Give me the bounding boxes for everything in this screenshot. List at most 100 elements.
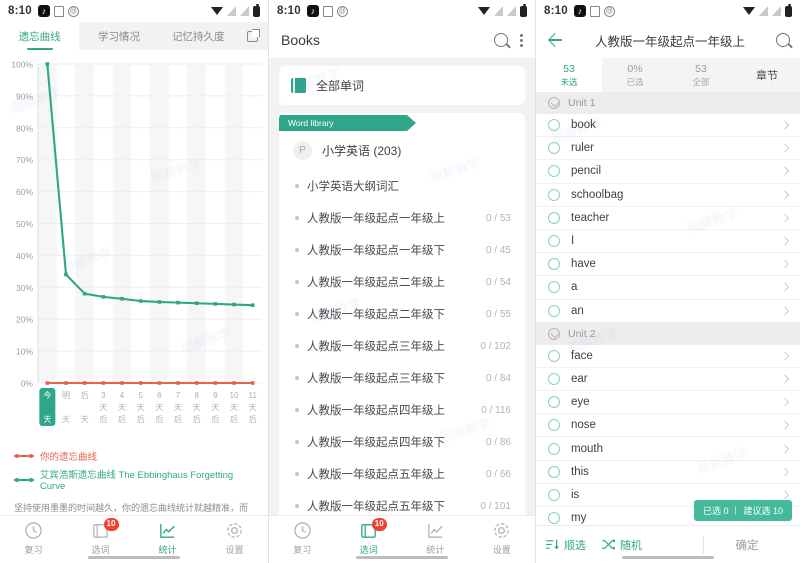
- library-row[interactable]: P 小学英语 (203): [279, 131, 525, 170]
- chevron-right-icon[interactable]: [780, 213, 790, 223]
- all-words-card[interactable]: 全部单词: [279, 66, 525, 105]
- book-list-item[interactable]: 人教版一年级起点四年级下 0 / 86: [279, 426, 525, 458]
- book-list-item[interactable]: 人教版一年级起点一年级下 0 / 45: [279, 234, 525, 266]
- tab-study-status[interactable]: 学习情况: [79, 22, 159, 50]
- word-row[interactable]: face: [536, 344, 800, 368]
- unit-header[interactable]: Unit 2: [536, 322, 800, 345]
- word-row[interactable]: eye: [536, 391, 800, 415]
- selection-badge: 已选 0 建议选 10: [693, 500, 792, 521]
- nav-item-复习[interactable]: 复习: [0, 521, 67, 556]
- word-row[interactable]: a: [536, 276, 800, 300]
- chevron-right-icon[interactable]: [780, 236, 790, 246]
- word-checkbox[interactable]: [548, 349, 560, 362]
- nav-item-设置[interactable]: 设置: [469, 521, 536, 556]
- chevron-right-icon[interactable]: [780, 374, 790, 384]
- word-row[interactable]: book: [536, 114, 800, 138]
- nav-item-选词[interactable]: 10 选词: [67, 518, 134, 556]
- chevron-right-icon[interactable]: [780, 467, 790, 476]
- word-checkbox[interactable]: [548, 512, 560, 525]
- bullet-icon: [295, 216, 299, 220]
- book-list-item[interactable]: 人教版一年级起点一年级上 0 / 53: [279, 202, 525, 234]
- nav-item-设置[interactable]: 设置: [201, 521, 268, 556]
- tab-forgetting-curve[interactable]: 遗忘曲线: [0, 22, 80, 50]
- word-checkbox[interactable]: [548, 211, 560, 224]
- chevron-right-icon[interactable]: [780, 421, 790, 430]
- chevron-right-icon[interactable]: [780, 120, 790, 130]
- book-list-item[interactable]: 人教版一年级起点五年级上 0 / 66: [279, 458, 525, 490]
- chevron-right-icon[interactable]: [780, 144, 790, 153]
- word-checkbox[interactable]: [548, 258, 560, 271]
- chevron-right-icon[interactable]: [780, 190, 790, 199]
- word-checkbox[interactable]: [548, 304, 560, 317]
- share-button[interactable]: [238, 22, 268, 50]
- chevron-right-icon[interactable]: [780, 259, 790, 269]
- word-row[interactable]: schoolbag: [536, 183, 800, 207]
- svg-text:20%: 20%: [16, 315, 33, 325]
- chevron-right-icon[interactable]: [780, 444, 790, 453]
- word-checkbox[interactable]: [548, 142, 560, 155]
- word-row[interactable]: I: [536, 229, 800, 254]
- word-row[interactable]: mouth: [536, 437, 800, 461]
- nav-item-统计[interactable]: 统计: [134, 521, 201, 556]
- word-row[interactable]: nose: [536, 414, 800, 438]
- confirm-button[interactable]: 确定: [704, 537, 790, 553]
- word-checkbox[interactable]: [548, 235, 560, 248]
- tab-unselected[interactable]: 53 未选: [536, 58, 602, 92]
- word-checkbox[interactable]: [548, 281, 560, 294]
- word-row[interactable]: an: [536, 299, 800, 323]
- book-list-item[interactable]: 人教版一年级起点二年级下 0 / 55: [279, 298, 525, 330]
- word-row[interactable]: ear: [536, 367, 800, 392]
- gear-icon: [225, 521, 244, 540]
- word-checkbox[interactable]: [548, 372, 560, 385]
- book-name: 人教版一年级起点五年级下: [307, 501, 445, 513]
- more-vertical-icon[interactable]: [520, 33, 523, 47]
- word-row[interactable]: this: [536, 460, 800, 484]
- chevron-right-icon[interactable]: [780, 283, 790, 292]
- tab-chapter[interactable]: 章节: [734, 58, 800, 92]
- signal-icon: [507, 6, 516, 16]
- tab-selected[interactable]: 0% 已选: [602, 58, 668, 92]
- book-list-item[interactable]: 人教版一年级起点四年级上 0 / 116: [279, 394, 525, 426]
- book-list-item[interactable]: 人教版一年级起点二年级上 0 / 54: [279, 266, 525, 298]
- nav-item-统计[interactable]: 统计: [402, 521, 469, 556]
- word-checkbox[interactable]: [548, 396, 560, 409]
- bullet-icon: [295, 248, 299, 252]
- chevron-right-icon[interactable]: [780, 167, 790, 176]
- book-list-item[interactable]: 人教版一年级起点三年级下 0 / 84: [279, 362, 525, 394]
- legend-line-teal: [14, 477, 34, 482]
- tab-all[interactable]: 53 全部: [668, 58, 734, 92]
- word-checkbox[interactable]: [548, 119, 560, 132]
- status-bar-time: 8:10: [544, 5, 568, 17]
- chevron-right-icon[interactable]: [780, 351, 790, 361]
- book-name: 人教版一年级起点三年级下: [307, 373, 445, 385]
- svg-text:明: 明: [62, 391, 70, 400]
- svg-text:后: 后: [211, 414, 219, 424]
- sequential-select-button[interactable]: 顺选: [546, 537, 586, 553]
- search-icon[interactable]: [494, 33, 508, 47]
- chevron-right-icon[interactable]: [780, 306, 790, 315]
- chevron-right-icon[interactable]: [780, 490, 790, 500]
- word-checkbox[interactable]: [548, 488, 560, 501]
- nav-item-选词[interactable]: 10 选词: [336, 518, 403, 556]
- chevron-right-icon[interactable]: [780, 397, 790, 407]
- random-select-button[interactable]: 随机: [602, 537, 642, 553]
- unit-header[interactable]: Unit 1: [536, 92, 800, 114]
- book-count: 0 / 54: [485, 276, 511, 288]
- word-row[interactable]: pencil: [536, 160, 800, 184]
- word-checkbox[interactable]: [548, 188, 560, 201]
- word-row[interactable]: ruler: [536, 137, 800, 161]
- back-arrow-icon[interactable]: [546, 31, 564, 49]
- word-checkbox[interactable]: [548, 165, 560, 178]
- word-checkbox[interactable]: [548, 465, 560, 478]
- word-row[interactable]: have: [536, 253, 800, 277]
- search-icon[interactable]: [776, 33, 790, 47]
- word-row[interactable]: teacher: [536, 206, 800, 230]
- book-count: 0 / 101: [480, 500, 511, 512]
- word-checkbox[interactable]: [548, 419, 560, 432]
- word-checkbox[interactable]: [548, 442, 560, 455]
- tab-memory-durability[interactable]: 记忆持久度: [158, 22, 238, 50]
- gear-icon: [492, 521, 511, 540]
- book-list-item[interactable]: 小学英语大纲词汇: [279, 170, 525, 202]
- book-list-item[interactable]: 人教版一年级起点三年级上 0 / 102: [279, 330, 525, 362]
- nav-item-复习[interactable]: 复习: [269, 521, 336, 556]
